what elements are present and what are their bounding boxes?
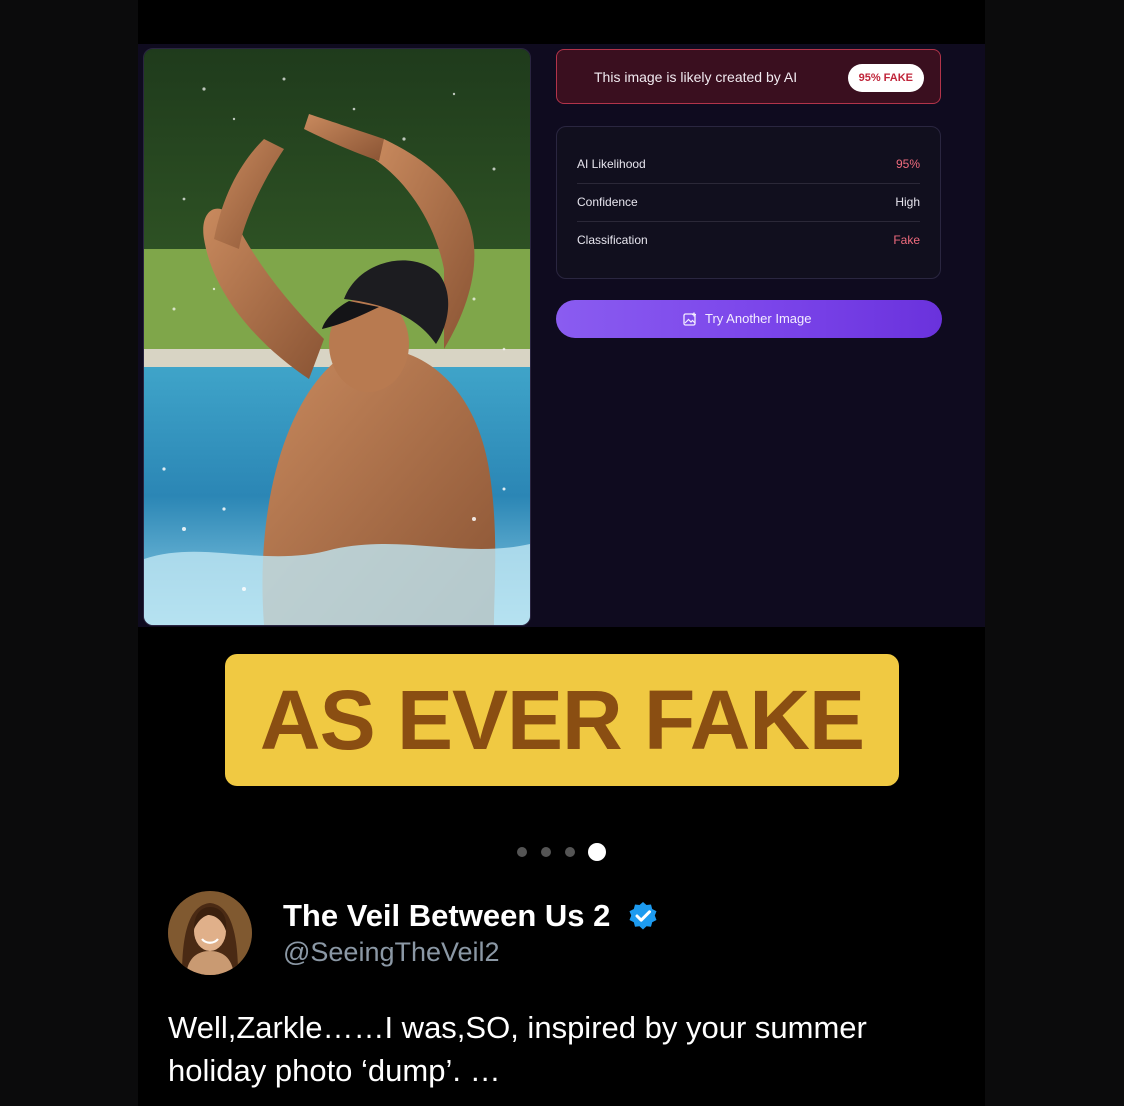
ai-detector-screenshot: This image is likely created by AI 95% F… xyxy=(138,44,985,627)
carousel-dot-1[interactable] xyxy=(517,847,527,857)
carousel-dot-4-active[interactable] xyxy=(588,843,606,861)
avatar[interactable] xyxy=(168,891,252,975)
carousel-dot-3[interactable] xyxy=(565,847,575,857)
stat-row-ai-likelihood: AI Likelihood 95% xyxy=(577,145,920,184)
stat-label: Classification xyxy=(577,233,648,247)
try-another-image-label: Try Another Image xyxy=(705,311,812,326)
stats-panel: AI Likelihood 95% Confidence High Classi… xyxy=(556,126,941,279)
stat-value: 95% xyxy=(895,157,920,171)
verdict-banner: This image is likely created by AI 95% F… xyxy=(556,49,941,104)
stat-row-confidence: Confidence High xyxy=(577,183,920,222)
stat-label: Confidence xyxy=(577,195,638,209)
verified-badge-icon xyxy=(629,902,657,930)
stat-value: Fake xyxy=(893,233,920,247)
analyzed-photo xyxy=(143,48,531,626)
verdict-text: This image is likely created by AI xyxy=(594,69,798,85)
try-another-image-button[interactable]: Try Another Image xyxy=(556,300,942,338)
tweet-text: Well,Zarkle……I was,SO, inspired by your … xyxy=(168,1010,867,1088)
user-handle[interactable]: @SeeingTheVeil2 xyxy=(283,937,500,968)
stat-value: High xyxy=(895,195,920,209)
image-add-icon xyxy=(683,312,696,326)
fake-score-badge: 95% FAKE xyxy=(847,64,924,92)
stat-row-classification: Classification Fake xyxy=(577,221,920,259)
caption-overlay: AS EVER FAKE xyxy=(225,654,899,786)
tweet-view: This image is likely created by AI 95% F… xyxy=(138,0,985,1106)
carousel-dot-2[interactable] xyxy=(541,847,551,857)
display-name[interactable]: The Veil Between Us 2 xyxy=(283,898,610,934)
stat-label: AI Likelihood xyxy=(577,157,646,171)
